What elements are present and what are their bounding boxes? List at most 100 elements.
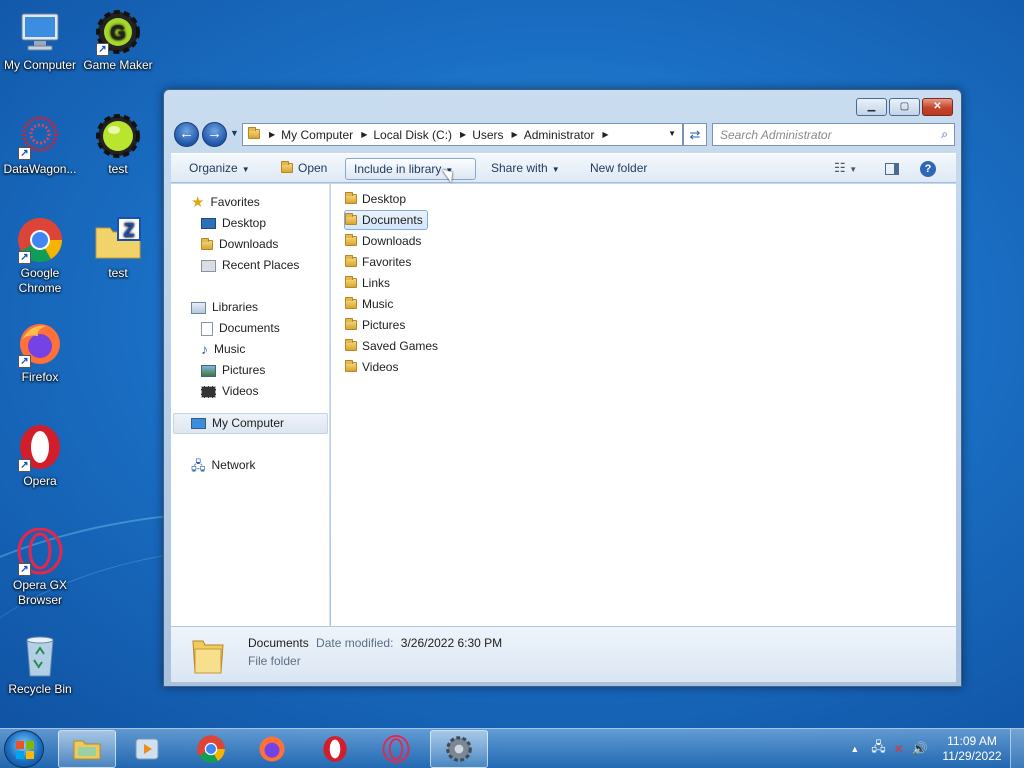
file-list[interactable]: Desktop Documents Downloads Favorites Li… [331,184,956,626]
nav-lib-pictures[interactable]: Pictures [201,360,265,381]
nav-libraries[interactable]: Libraries [191,297,258,318]
address-dropdown-icon[interactable]: ▼ [668,129,676,138]
desktop-icon-firefox[interactable]: ↗ Firefox [0,320,80,385]
desktop-icon-test-1[interactable]: test [78,112,158,177]
start-button[interactable] [4,730,44,768]
forward-button[interactable]: → [202,122,227,147]
chevron-down-icon: ▼ [241,165,250,174]
desktop-icon-opera-gx[interactable]: ↗ Opera GX Browser [0,527,80,608]
large-folder-icon [191,635,225,675]
action-center-icon[interactable]: ✕ [894,742,904,756]
show-desktop-button[interactable] [1010,729,1024,768]
maximize-button[interactable]: ▢ [889,98,920,116]
nav-lib-music[interactable]: ♪ Music [201,339,245,360]
opera-icon [323,736,347,762]
nav-lib-videos[interactable]: Videos [201,381,258,402]
music-note-icon: ♪ [201,341,208,357]
datawagon-icon: ↗ [16,112,64,160]
computer-icon [191,418,206,429]
nav-desktop[interactable]: Desktop [201,213,266,234]
desktop-icon-label: My Computer [3,58,77,72]
breadcrumb-arrow-icon[interactable]: ▶ [602,130,608,139]
desktop-icon [201,218,216,229]
file-name: Documents [362,213,423,227]
command-bar: Organize ▼ Open Include in library ▼ Share… [171,153,956,183]
opera-gx-icon [382,734,410,764]
list-item[interactable]: Saved Games [345,336,442,356]
explorer-window[interactable]: ▁ ▢ ✕ ← → ▼ ▶ My Computer ▶ Local Disk (… [163,89,962,687]
taskbar-app-button[interactable] [430,730,488,768]
clock-date: 11/29/2022 [942,749,1002,763]
taskbar-firefox-button[interactable] [243,730,301,768]
address-bar[interactable]: ▶ My Computer ▶ Local Disk (C:) ▶ Users … [242,123,683,146]
breadcrumb-arrow-icon[interactable]: ▶ [269,130,275,139]
help-icon[interactable]: ? [912,158,944,180]
view-options-icon[interactable]: ☷ ▼ [826,158,865,180]
breadcrumb-my-computer[interactable]: My Computer [281,128,353,142]
breadcrumb-users[interactable]: Users [472,128,503,142]
list-item-selected[interactable]: Documents [344,210,428,230]
volume-icon[interactable]: 🔊 [912,741,928,757]
recent-pages-dropdown[interactable]: ▼ [230,128,239,138]
search-icon[interactable]: ⌕ [941,127,948,142]
list-item[interactable]: Music [345,294,397,314]
breadcrumb-arrow-icon[interactable]: ▶ [512,130,518,139]
open-button[interactable]: Open [273,158,335,180]
nav-network[interactable]: 🖧 Network [191,455,256,476]
nav-label: My Computer [212,416,285,430]
list-item[interactable]: Desktop [345,189,410,209]
folder-icon [248,126,265,142]
list-item[interactable]: Downloads [345,231,425,251]
folder-icon [345,318,357,330]
folder-icon [345,276,357,288]
preview-pane-icon[interactable] [877,158,907,180]
list-item[interactable]: Favorites [345,252,415,272]
list-item[interactable]: Links [345,273,394,293]
back-button[interactable]: ← [174,122,199,147]
refresh-icon[interactable]: ⇄ [683,123,707,146]
breadcrumb-administrator[interactable]: Administrator [524,128,595,142]
folder-icon [345,255,357,267]
desktop-icon-datawagon[interactable]: ↗ DataWagon... [0,112,80,177]
nav-favorites[interactable]: ★ Favorites [191,192,260,213]
zip-folder-icon: Z [94,216,142,264]
share-with-button[interactable]: Share with ▼ [483,158,568,180]
desktop-icon-game-maker[interactable]: G ↗ Game Maker [78,8,158,73]
list-item[interactable]: Pictures [345,315,409,335]
desktop-icon-opera[interactable]: ↗ Opera [0,424,80,489]
taskbar-chrome-button[interactable] [182,730,240,768]
document-icon [201,321,213,336]
breadcrumb-arrow-icon[interactable]: ▶ [361,130,367,139]
desktop-icon-google-chrome[interactable]: ↗ Google Chrome [0,216,80,296]
nav-label: Libraries [212,300,259,314]
details-line-1: Documents Date modified: 3/26/2022 6:30 … [248,636,502,650]
desktop-icon-recycle-bin[interactable]: Recycle Bin [0,632,80,697]
libraries-icon [191,301,206,314]
nav-label: Documents [219,321,280,335]
taskbar-opera-gx-button[interactable] [367,730,425,768]
desktop-icon-test-2[interactable]: Z test [78,216,158,281]
taskbar-opera-button[interactable] [306,730,364,768]
list-item[interactable]: Videos [345,357,402,377]
close-button[interactable]: ✕ [922,98,953,116]
desktop-icon-my-computer[interactable]: My Computer [0,8,80,73]
organize-button[interactable]: Organize ▼ [181,158,258,180]
nav-downloads[interactable]: Downloads [201,234,278,255]
breadcrumb-local-disk[interactable]: Local Disk (C:) [373,128,452,142]
nav-recent-places[interactable]: Recent Places [201,255,299,276]
network-status-icon[interactable]: 🖧 [871,738,886,760]
new-folder-button[interactable]: New folder [582,158,655,180]
show-hidden-icons-button[interactable]: ▲ [850,744,859,754]
desktop-icon-label: DataWagon... [3,162,77,176]
taskbar-media-player-button[interactable] [118,730,176,768]
nav-lib-documents[interactable]: Documents [201,318,280,339]
breadcrumb-arrow-icon[interactable]: ▶ [460,130,466,139]
nav-label: Downloads [219,237,279,251]
clock[interactable]: 11:09 AM 11/29/2022 [934,734,1010,764]
taskbar-explorer-button[interactable] [58,730,116,768]
nav-label: Videos [222,384,259,398]
nav-my-computer[interactable]: My Computer [173,413,328,434]
minimize-button[interactable]: ▁ [856,98,887,116]
search-input[interactable]: Search Administrator ⌕ [712,123,955,146]
folder-open-icon [281,161,293,173]
